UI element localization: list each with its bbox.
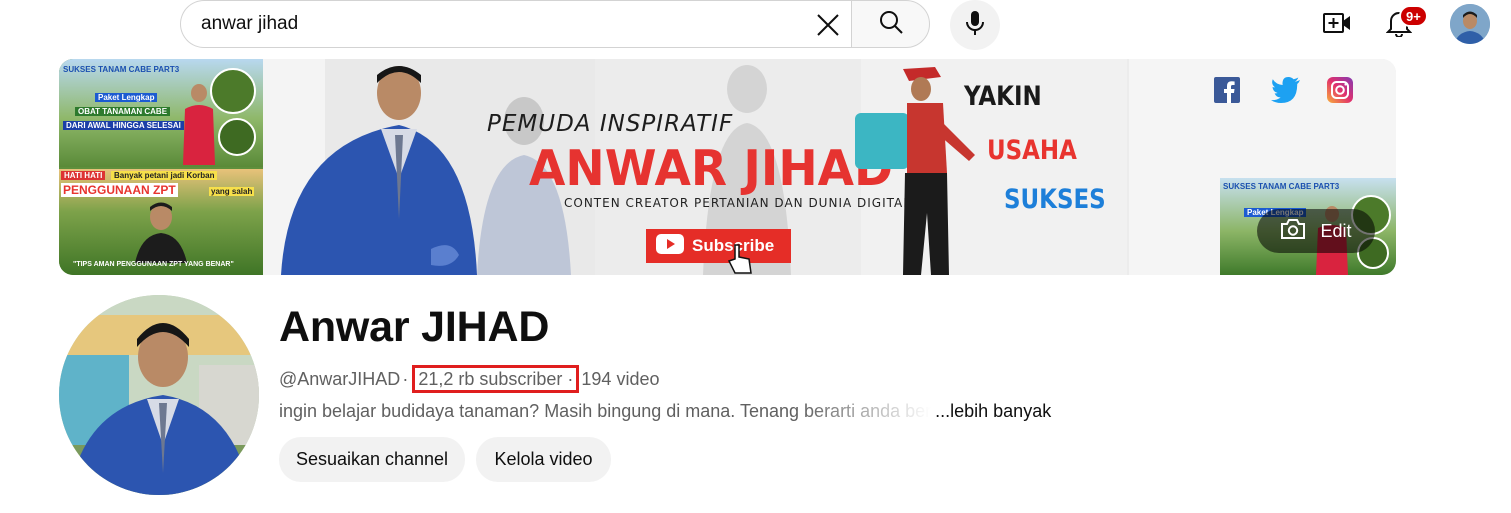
video-count: 194 video: [581, 368, 660, 389]
banner-farmer-illustration: [855, 67, 975, 275]
thumb-caption: "TIPS AMAN PENGGUNAAN ZPT YANG BENAR": [73, 261, 234, 268]
edit-banner-button[interactable]: Edit: [1257, 209, 1375, 253]
channel-description[interactable]: ingin belajar budidaya tanaman? Masih bi…: [279, 401, 1051, 422]
camera-icon: [1280, 218, 1306, 245]
search-box[interactable]: [180, 0, 851, 48]
thumb-caption: Paket Lengkap: [95, 93, 158, 102]
channel-banner: SUKSES TANAM CABE PART3 Paket Lengkap OB…: [59, 59, 1396, 275]
channel-handle: @AnwarJIHAD: [279, 368, 401, 389]
banner-name: ANWAR JIHAD: [529, 139, 894, 198]
thumb-caption: SUKSES TANAM CABE PART3: [63, 65, 180, 74]
thumb-caption: Banyak petani jadi Korban: [111, 171, 218, 180]
meta-separator: ·: [402, 368, 409, 389]
meta-separator: ·: [567, 369, 574, 389]
subscriber-count-text: 21,2 rb subscriber: [418, 369, 563, 389]
banner-thumbnail-left: SUKSES TANAM CABE PART3 Paket Lengkap OB…: [59, 59, 263, 275]
twitter-icon: [1271, 77, 1300, 103]
banner-word-yakin: YAKIN: [964, 81, 1042, 112]
create-button[interactable]: [1318, 6, 1356, 44]
channel-name: Anwar JIHAD: [279, 303, 550, 351]
search-button[interactable]: [851, 0, 930, 48]
search-input[interactable]: [201, 13, 781, 35]
thumb-caption: SUKSES TANAM CABE PART3: [1223, 182, 1340, 191]
facebook-icon: [1214, 77, 1240, 103]
banner-tagline: PEMUDA INSPIRATIF: [487, 111, 734, 137]
thumb-caption: DARI AWAL HINGGA SELESAI: [63, 121, 184, 130]
instagram-icon: [1327, 77, 1353, 103]
clear-icon[interactable]: [815, 12, 841, 38]
channel-avatar[interactable]: [59, 295, 259, 495]
manage-videos-button[interactable]: Kelola video: [476, 437, 611, 482]
thumb-caption: HATI HATI: [61, 171, 106, 180]
banner-word-usaha: USAHA: [987, 135, 1077, 166]
thumb-caption: OBAT TANAMAN CABE: [75, 107, 171, 116]
account-avatar[interactable]: [1450, 4, 1490, 44]
channel-meta: @AnwarJIHAD · 21,2 rb subscriber · 194 v…: [279, 365, 659, 393]
subscriber-count: 21,2 rb subscriber ·: [412, 365, 580, 393]
search-icon: [878, 9, 904, 40]
thumb-caption: yang salah: [209, 187, 255, 196]
voice-search-button[interactable]: [950, 0, 1000, 50]
mic-icon: [964, 10, 986, 41]
youtube-play-icon: [656, 233, 684, 259]
create-video-icon: [1322, 11, 1352, 40]
banner-subscribe-graphic: Subscribe: [646, 229, 791, 263]
edit-label: Edit: [1320, 220, 1352, 241]
banner-word-sukses: SUKSES: [1004, 184, 1106, 215]
notification-badge: 9+: [1399, 5, 1428, 27]
more-link[interactable]: ...lebih banyak: [935, 401, 1051, 422]
thumb-caption: PENGGUNAAN ZPT: [61, 183, 178, 197]
hand-cursor-icon: [727, 244, 752, 274]
banner-person-illustration: [281, 66, 477, 275]
description-text: ingin belajar budidaya tanaman? Masih bi…: [279, 401, 932, 421]
customize-channel-button[interactable]: Sesuaikan channel: [279, 437, 465, 482]
